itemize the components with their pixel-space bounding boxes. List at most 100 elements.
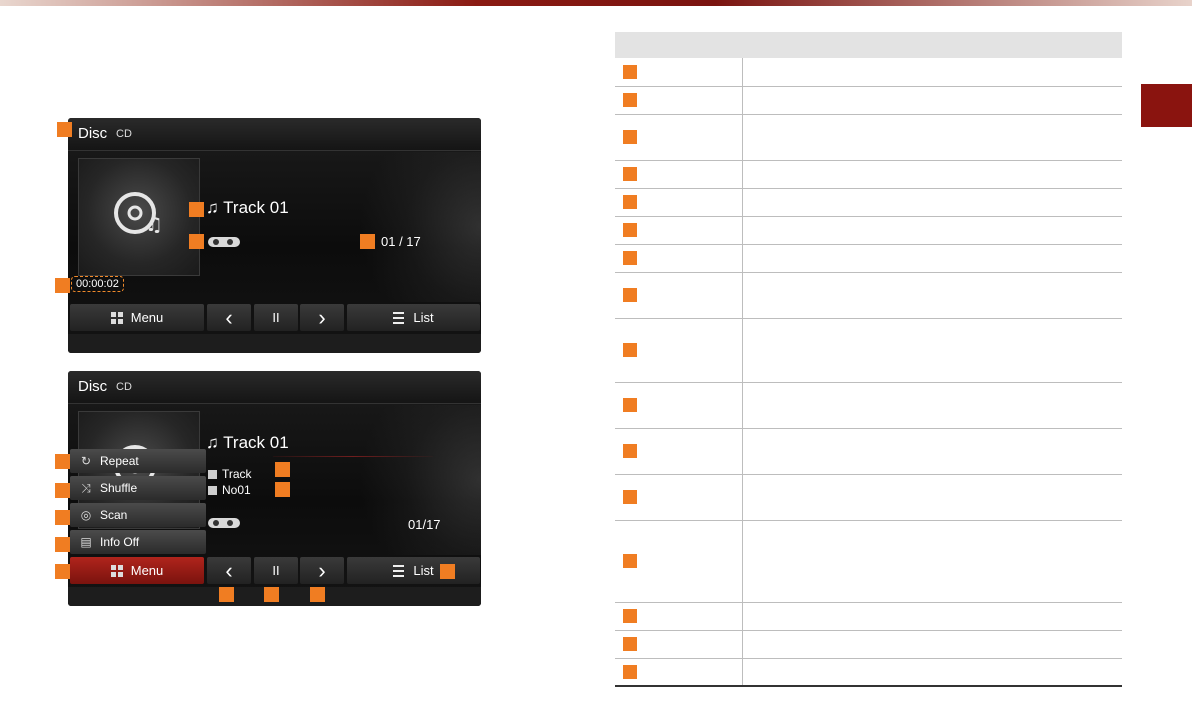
pause-button[interactable]: II (254, 557, 298, 584)
pause-icon: II (272, 563, 280, 578)
callout-marker (623, 64, 637, 79)
track-title: ♫ Track 01 (206, 433, 289, 452)
screen-title-bar: Disc CD (68, 371, 481, 404)
previous-button[interactable]: ‹ (207, 304, 251, 331)
table-cell-name (615, 188, 743, 217)
popup-scan-label: Scan (100, 508, 128, 522)
callout-marker (55, 510, 70, 525)
callout-marker (264, 587, 279, 602)
pause-button[interactable]: II (254, 304, 298, 331)
mode-title: Disc (78, 125, 108, 142)
popup-shuffle-button[interactable]: ⤨ Shuffle (70, 476, 206, 500)
table-cell-description (742, 86, 1122, 115)
table-cell-description (742, 602, 1122, 631)
table-row (615, 630, 1122, 659)
table-row (615, 602, 1122, 631)
menu-button[interactable]: Menu (70, 304, 204, 331)
popup-scan-button[interactable]: ◎ Scan (70, 503, 206, 527)
track-counter: 01 / 17 (381, 234, 421, 249)
table-cell-name (615, 520, 743, 603)
callout-marker (310, 587, 325, 602)
callout-marker (623, 93, 637, 107)
list-label: List (413, 563, 434, 578)
info-number-line: No01 (208, 483, 251, 497)
table-row (615, 114, 1122, 161)
table-cell-name (615, 318, 743, 383)
callout-marker (623, 664, 637, 679)
table-row (615, 428, 1122, 475)
callout-marker (189, 234, 204, 249)
callout-marker (189, 202, 204, 217)
callout-marker (623, 251, 637, 265)
table-cell-description (742, 216, 1122, 245)
callout-marker (623, 554, 637, 568)
disc-screen-basic: Disc CD ♫ ♫ Track 01 01 / 17 00:00:02 Me… (68, 118, 481, 353)
callout-marker (623, 444, 637, 458)
info-track-label: Track (222, 467, 252, 481)
next-button[interactable]: › (300, 304, 344, 331)
table-row (615, 318, 1122, 383)
table-cell-description (742, 520, 1122, 603)
callout-marker (623, 398, 637, 412)
table-cell-name (615, 602, 743, 631)
pause-icon: II (272, 310, 280, 325)
speaker-graphic (331, 405, 481, 555)
next-button[interactable]: › (300, 557, 344, 584)
popup-info-off-label: Info Off (100, 535, 140, 549)
menu-label: Menu (130, 310, 164, 325)
info-icon: ▤ (80, 535, 92, 549)
table-cell-name (615, 58, 743, 87)
popup-repeat-button[interactable]: ↻ Repeat (70, 449, 206, 473)
table-row (615, 272, 1122, 319)
chevron-left-icon: ‹ (225, 557, 233, 583)
speaker-graphic (331, 152, 481, 302)
table-row (615, 216, 1122, 245)
callout-marker (623, 609, 637, 623)
table-row (615, 658, 1122, 687)
table-cell-name (615, 630, 743, 659)
section-tab-marker (1141, 84, 1192, 127)
source-label: CD (116, 381, 132, 393)
callout-marker (623, 223, 637, 237)
callout-marker (55, 564, 70, 579)
table-row (615, 382, 1122, 429)
table-cell-description (742, 630, 1122, 659)
callout-marker (55, 537, 70, 552)
menu-grid-icon (110, 564, 123, 577)
list-button[interactable]: List (347, 304, 480, 331)
table-cell-name (615, 272, 743, 319)
album-art: ♫ (78, 158, 200, 276)
mode-title: Disc (78, 378, 108, 395)
callout-marker (623, 637, 637, 651)
repeat-icon: ↻ (80, 454, 92, 468)
previous-button[interactable]: ‹ (207, 557, 251, 584)
table-row (615, 58, 1122, 87)
table-row (615, 520, 1122, 603)
info-track-line: Track (208, 467, 252, 481)
table-cell-description (742, 658, 1122, 687)
callout-marker (55, 454, 70, 469)
album-icon (208, 486, 217, 495)
table-cell-description (742, 474, 1122, 521)
callout-marker (360, 234, 375, 249)
list-button[interactable]: List (347, 557, 480, 584)
person-icon (208, 470, 217, 479)
table-cell-description (742, 382, 1122, 429)
table-body (615, 58, 1122, 687)
popup-repeat-label: Repeat (100, 454, 139, 468)
list-icon (393, 564, 405, 577)
menu-label: Menu (130, 563, 164, 578)
cd-badge-icon (208, 518, 240, 528)
popup-shuffle-label: Shuffle (100, 481, 138, 495)
menu-grid-icon (110, 311, 123, 324)
info-number-label: No01 (222, 483, 251, 497)
table-cell-description (742, 188, 1122, 217)
table-cell-name (615, 216, 743, 245)
list-label: List (413, 310, 434, 325)
table-cell-description (742, 160, 1122, 189)
callout-marker (623, 167, 637, 181)
popup-info-off-button[interactable]: ▤ Info Off (70, 530, 206, 554)
callout-marker (275, 482, 290, 497)
table-cell-description (742, 114, 1122, 161)
menu-button[interactable]: Menu (70, 557, 204, 584)
